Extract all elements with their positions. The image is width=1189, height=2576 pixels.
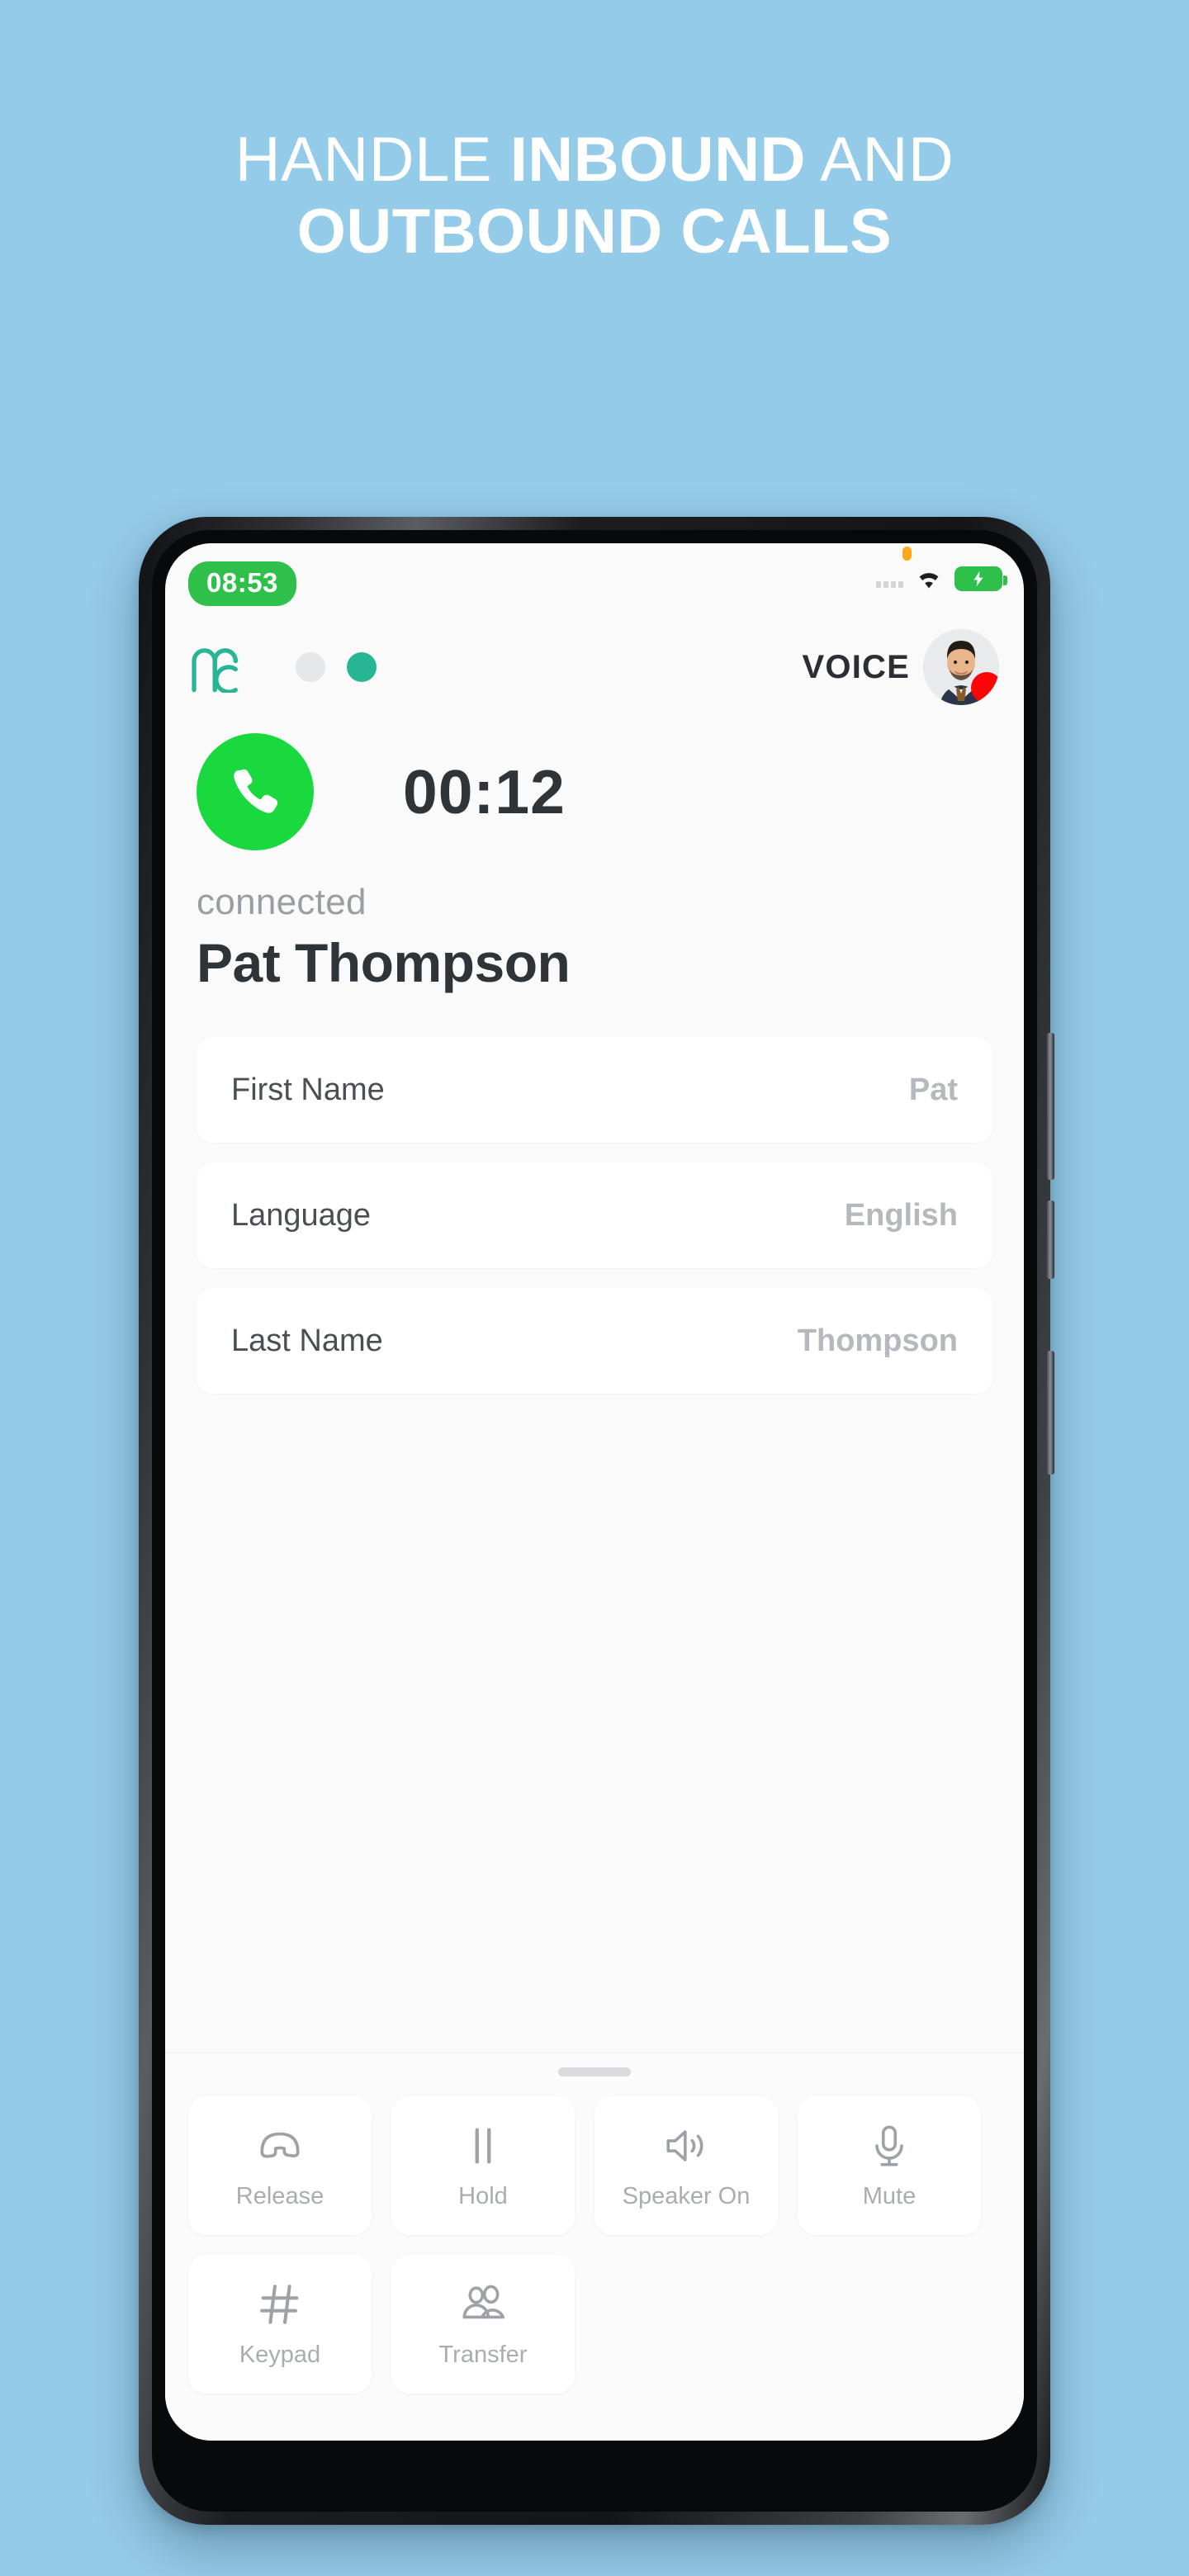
call-controls-row-1: Release Hold Speaker On Mute — [188, 2096, 1001, 2235]
signal-dots-icon — [876, 570, 903, 588]
headline-line-2: OUTBOUND CALLS — [296, 197, 893, 268]
app-header: VOICE — [165, 619, 1024, 715]
people-icon — [462, 2285, 504, 2318]
presence-dot-active[interactable] — [347, 652, 377, 682]
speaker-button[interactable]: Speaker On — [594, 2096, 778, 2235]
phone-screen: 08:53 VOICE 00:12 connected Pat Thompson… — [165, 543, 1024, 2441]
detail-label: Last Name — [231, 1323, 383, 1358]
phone-chin — [165, 2441, 1024, 2498]
call-status: connected — [197, 882, 367, 922]
presence-dots — [296, 652, 377, 682]
hash-icon — [260, 2284, 299, 2324]
channel-label: VOICE — [802, 648, 910, 685]
mc-logo-icon — [192, 648, 238, 693]
volume-up-button[interactable] — [1047, 1033, 1054, 1180]
presence-dot-inactive[interactable] — [296, 652, 325, 682]
promo-headline: HANDLE INBOUND AND OUTBOUND CALLS — [0, 124, 1189, 268]
phone-icon — [234, 769, 278, 813]
detail-value: Thompson — [797, 1323, 958, 1358]
headline-word-and: AND — [805, 125, 955, 195]
call-controls-row-2: Keypad Transfer — [188, 2255, 1001, 2394]
headline-word-handle: HANDLE — [234, 125, 510, 195]
hold-button[interactable]: Hold — [391, 2096, 575, 2235]
table-row[interactable]: Last Name Thompson — [197, 1288, 992, 1394]
table-row[interactable]: Language English — [197, 1163, 992, 1268]
call-top: 00:12 — [197, 733, 992, 850]
status-badge — [971, 672, 999, 703]
table-row[interactable]: First Name Pat — [197, 1037, 992, 1143]
keypad-button[interactable]: Keypad — [188, 2255, 372, 2394]
hangup-icon — [260, 2132, 300, 2158]
action-label: Keypad — [239, 2341, 321, 2368]
detail-label: Language — [231, 1197, 372, 1233]
sheet-drag-handle[interactable] — [558, 2067, 631, 2076]
volume-down-button[interactable] — [1047, 1200, 1054, 1279]
status-time: 08:53 — [188, 561, 296, 606]
microphone-icon — [875, 2124, 903, 2166]
detail-value: English — [844, 1197, 958, 1233]
call-controls-sheet: Release Hold Speaker On Mute Keypad Tran… — [165, 2053, 1024, 2441]
power-button[interactable] — [1047, 1351, 1054, 1475]
call-active-badge — [197, 733, 314, 850]
pause-icon — [475, 2127, 491, 2164]
action-label: Speaker On — [622, 2182, 751, 2209]
headline-word-inbound: INBOUND — [509, 125, 806, 195]
battery-charging-icon — [955, 566, 1007, 591]
action-label: Mute — [862, 2182, 917, 2209]
notification-dot-icon — [902, 547, 912, 561]
contact-name: Pat Thompson — [197, 932, 571, 993]
action-label: Transfer — [438, 2341, 528, 2368]
status-bar: 08:53 — [165, 543, 1024, 619]
contact-details-list: First Name Pat Language English Last Nam… — [165, 1037, 1024, 1394]
header-right: VOICE — [803, 629, 999, 705]
call-block: 00:12 connected Pat Thompson — [165, 715, 1024, 994]
detail-label: First Name — [231, 1072, 385, 1107]
headline-line-1: HANDLE INBOUND AND — [0, 124, 1189, 196]
detail-value: Pat — [908, 1072, 958, 1107]
avatar[interactable] — [923, 629, 999, 705]
wifi-icon — [919, 573, 939, 589]
phone-mockup: 08:53 VOICE 00:12 connected Pat Thompson… — [139, 517, 1054, 2525]
status-icons — [876, 566, 1007, 591]
mute-button[interactable]: Mute — [798, 2096, 981, 2235]
transfer-button[interactable]: Transfer — [391, 2255, 575, 2394]
speaker-icon — [666, 2129, 703, 2162]
action-label: Release — [235, 2182, 324, 2209]
call-timer: 00:12 — [403, 757, 566, 826]
action-label: Hold — [458, 2182, 508, 2209]
release-button[interactable]: Release — [188, 2096, 372, 2235]
